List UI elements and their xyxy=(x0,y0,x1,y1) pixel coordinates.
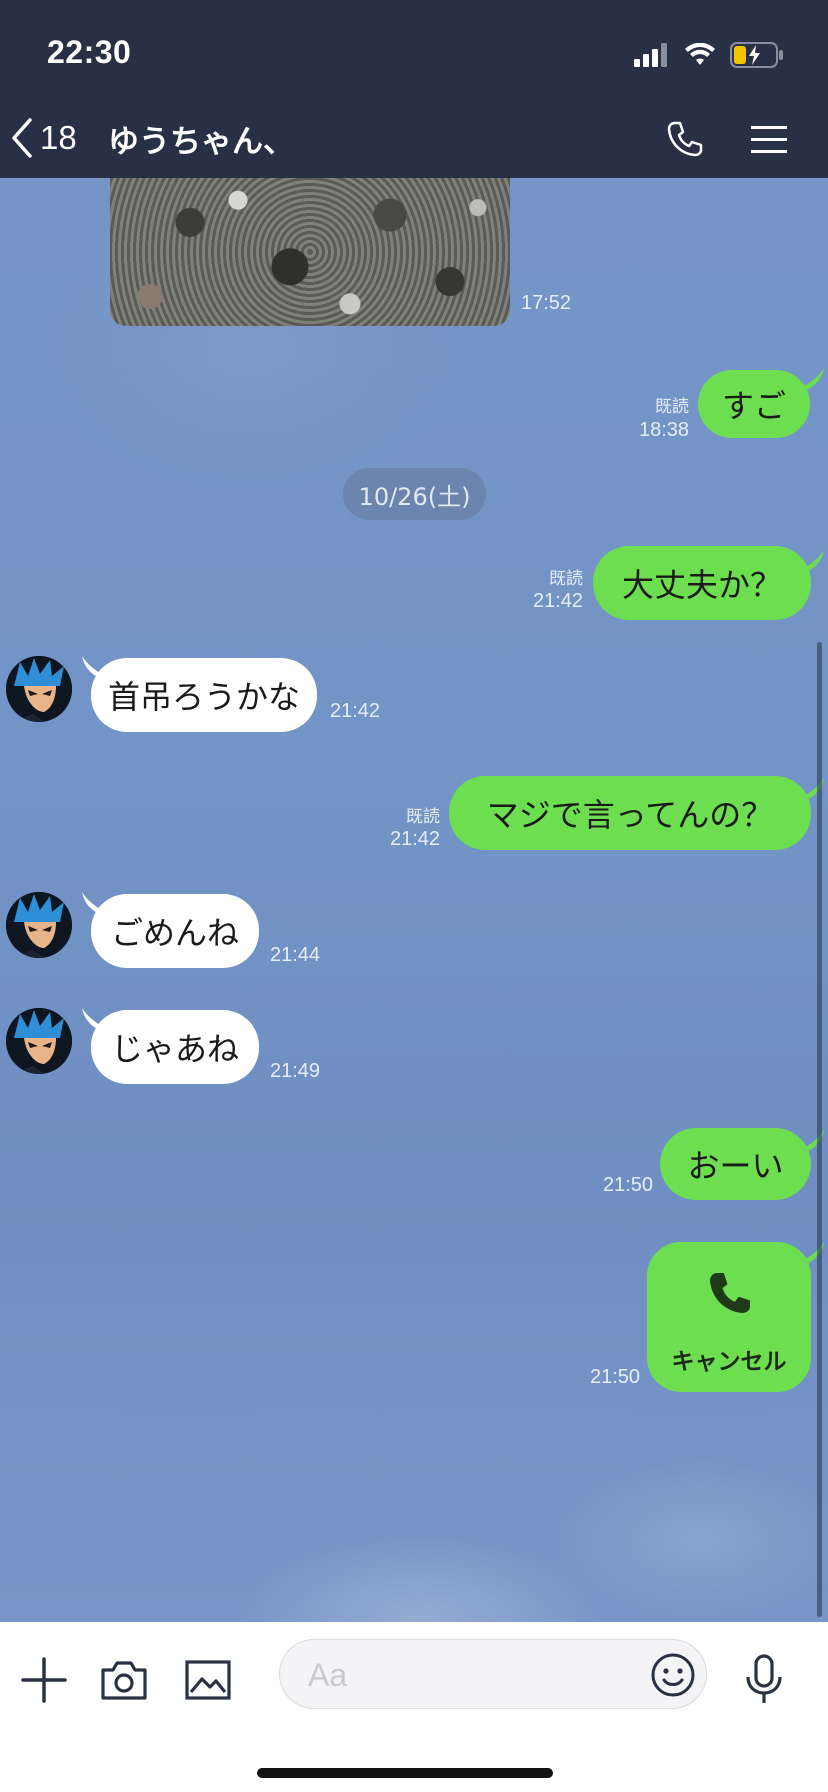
chat-area[interactable]: 17:52 既読 18:38 すご 10/26(土) 既読 21:42 大丈夫か… xyxy=(0,178,828,1622)
emoji-button[interactable] xyxy=(650,1652,696,1698)
microphone-icon xyxy=(746,1654,782,1703)
read-receipt: 既読 xyxy=(655,397,689,417)
message-time: 21:50 xyxy=(603,1174,654,1196)
date-separator: 10/26(土) xyxy=(343,468,486,520)
avatar-image xyxy=(6,1008,72,1074)
avatar[interactable] xyxy=(6,1008,72,1074)
camera-button[interactable] xyxy=(94,1650,154,1710)
top-bar: 22:30 18 ゆうちゃん、 xyxy=(0,0,828,178)
message-time: 21:44 xyxy=(270,944,321,966)
phone-icon xyxy=(710,1273,750,1313)
chat-bubble-sent[interactable]: すご xyxy=(698,370,810,438)
home-indicator[interactable] xyxy=(257,1768,553,1778)
smiley-icon xyxy=(651,1653,695,1697)
message-input-box[interactable] xyxy=(279,1639,707,1709)
menu-button[interactable] xyxy=(744,116,794,162)
chat-bubble-sent[interactable]: おーい xyxy=(660,1128,811,1200)
gallery-button[interactable] xyxy=(178,1650,238,1710)
scrollbar[interactable] xyxy=(817,642,822,1617)
message-time: 17:52 xyxy=(521,292,572,314)
add-button[interactable] xyxy=(14,1650,74,1710)
phone-icon xyxy=(667,121,703,157)
plus-icon xyxy=(21,1657,67,1703)
call-status-label: キャンセル xyxy=(671,1349,787,1375)
chevron-left-icon xyxy=(12,118,32,158)
back-button[interactable]: 18 xyxy=(8,108,77,168)
message-input[interactable] xyxy=(306,1650,610,1700)
avatar-image xyxy=(6,892,72,958)
avatar[interactable] xyxy=(6,656,72,722)
avatar[interactable] xyxy=(6,892,72,958)
wifi-icon xyxy=(685,43,715,65)
message-time: 18:38 xyxy=(639,419,690,441)
chat-bubble-received[interactable]: 首吊ろうかな xyxy=(91,658,317,732)
battery-icon xyxy=(730,42,783,68)
chat-header: 18 ゆうちゃん、 xyxy=(0,108,828,168)
read-receipt: 既読 xyxy=(549,569,583,589)
status-time: 22:30 xyxy=(47,34,132,70)
chat-bubble-received[interactable]: ごめんね xyxy=(91,894,259,968)
chat-bubble-sent[interactable]: 大丈夫か？ xyxy=(593,546,811,620)
chat-title: ゆうちゃん、 xyxy=(108,124,294,160)
message-time: 21:42 xyxy=(533,590,584,612)
image-icon xyxy=(185,1660,231,1700)
message-time: 21:42 xyxy=(330,700,381,722)
message-time: 21:50 xyxy=(590,1366,641,1388)
message-time: 21:42 xyxy=(390,828,441,850)
input-bar xyxy=(0,1622,828,1792)
chat-bubble-sent[interactable]: マジで言ってんの？ xyxy=(449,776,811,850)
chat-bubble-received[interactable]: じゃあね xyxy=(91,1010,259,1084)
voice-button[interactable] xyxy=(734,1650,794,1710)
status-icons xyxy=(634,40,784,70)
read-receipt: 既読 xyxy=(406,807,440,827)
call-card[interactable]: キャンセル xyxy=(647,1242,811,1392)
unread-count: 18 xyxy=(40,119,77,156)
avatar-image xyxy=(6,656,72,722)
hamburger-menu-icon xyxy=(751,126,787,153)
message-time: 21:49 xyxy=(270,1060,321,1082)
signal-icon xyxy=(634,43,667,67)
photo-message[interactable] xyxy=(110,178,510,326)
call-button[interactable] xyxy=(660,116,710,162)
camera-icon xyxy=(101,1661,147,1700)
